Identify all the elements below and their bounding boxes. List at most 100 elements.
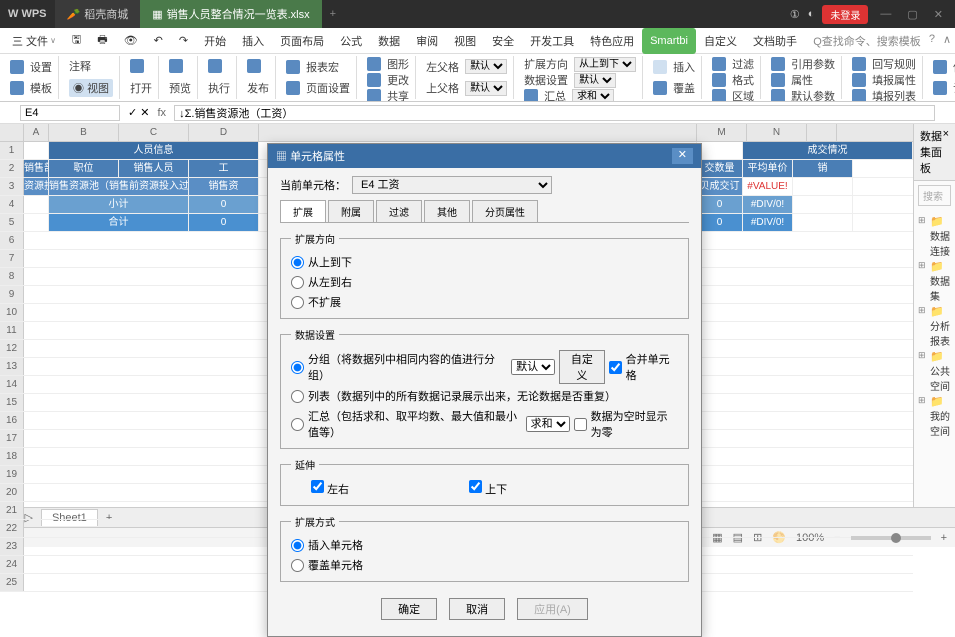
formula-input[interactable] bbox=[174, 105, 935, 121]
cancel-button[interactable]: 取消 bbox=[449, 598, 505, 620]
radio-topdown[interactable] bbox=[291, 256, 304, 269]
tab-other[interactable]: 其他 bbox=[424, 200, 470, 222]
current-cell-select[interactable]: E4 工资 bbox=[352, 176, 552, 194]
top-parent-select[interactable]: 默认 bbox=[465, 81, 507, 96]
close-button[interactable]: ✕ bbox=[930, 8, 947, 21]
theme-icon[interactable]: ◐ bbox=[808, 8, 815, 20]
fx-icon[interactable]: ✓ ✕ bbox=[128, 106, 150, 119]
macro-icon[interactable] bbox=[286, 60, 300, 74]
pagesetup-icon[interactable] bbox=[286, 81, 300, 95]
view-button[interactable]: ◉ 视图 bbox=[69, 79, 113, 97]
qat-redo-icon[interactable]: ↷ bbox=[171, 28, 196, 54]
menu-layout[interactable]: 页面布局 bbox=[272, 28, 332, 54]
refparam-icon[interactable] bbox=[771, 57, 785, 71]
zhushi[interactable]: 注释 bbox=[69, 58, 91, 74]
share-icon2[interactable] bbox=[367, 89, 381, 102]
chart-icon[interactable] bbox=[367, 57, 381, 71]
tree-node[interactable]: 📁我的空间 bbox=[918, 394, 951, 439]
sum-select[interactable]: 求和 bbox=[572, 89, 614, 103]
ok-button[interactable]: 确定 bbox=[381, 598, 437, 620]
tab-attach[interactable]: 附属 bbox=[328, 200, 374, 222]
qat-preview-icon[interactable]: 👁 bbox=[116, 28, 146, 54]
insert-button[interactable] bbox=[653, 60, 667, 74]
panel-search[interactable]: 搜索 bbox=[918, 185, 951, 206]
tab-expand[interactable]: 扩展 bbox=[280, 200, 326, 222]
menu-custom[interactable]: 自定义 bbox=[696, 28, 745, 54]
region-icon[interactable] bbox=[712, 89, 726, 102]
menu-insert[interactable]: 插入 bbox=[234, 28, 272, 54]
defparam-icon[interactable] bbox=[771, 89, 785, 102]
tab-page[interactable]: 分页属性 bbox=[472, 200, 538, 222]
menu-dev[interactable]: 开发工具 bbox=[522, 28, 582, 54]
merge-checkbox[interactable] bbox=[609, 361, 622, 374]
zoom-in-icon[interactable]: + bbox=[941, 532, 947, 544]
preview-icon[interactable] bbox=[169, 59, 183, 73]
menu-data[interactable]: 数据 bbox=[370, 28, 408, 54]
fx-label[interactable]: fx bbox=[158, 107, 167, 119]
maximize-button[interactable]: ▢ bbox=[903, 8, 921, 21]
menu-view[interactable]: 视图 bbox=[446, 28, 484, 54]
extend-lr-checkbox[interactable] bbox=[311, 480, 324, 493]
share-icon[interactable]: ? bbox=[929, 33, 935, 49]
radio-group[interactable] bbox=[291, 361, 304, 374]
minimize-button[interactable]: — bbox=[876, 8, 895, 20]
qat-undo-icon[interactable]: ↶ bbox=[146, 28, 171, 54]
custom-button[interactable]: 自定义 bbox=[559, 350, 604, 384]
menu-security[interactable]: 安全 bbox=[484, 28, 522, 54]
panel-close-icon[interactable]: × bbox=[943, 128, 949, 176]
menu-formula[interactable]: 公式 bbox=[332, 28, 370, 54]
account-icon[interactable]: ① bbox=[790, 8, 800, 21]
publish-icon[interactable] bbox=[247, 59, 261, 73]
qat-save-icon[interactable]: 🖫 bbox=[64, 28, 89, 54]
wbrule-icon[interactable] bbox=[852, 57, 866, 71]
empty-checkbox[interactable] bbox=[574, 418, 587, 431]
tree-node[interactable]: 📁数据连接 bbox=[918, 214, 951, 259]
format-icon[interactable] bbox=[712, 73, 726, 87]
filter-icon[interactable] bbox=[712, 57, 726, 71]
menu-review[interactable]: 审阅 bbox=[408, 28, 446, 54]
group-select[interactable]: 默认 bbox=[511, 359, 555, 375]
tree-node[interactable]: 📁分析报表 bbox=[918, 304, 951, 349]
summary-select[interactable]: 求和 bbox=[526, 416, 570, 432]
login-badge[interactable]: 未登录 bbox=[822, 5, 868, 24]
radio-summary[interactable] bbox=[291, 418, 304, 431]
menu-home[interactable]: 开始 bbox=[196, 28, 234, 54]
settings-icon[interactable] bbox=[10, 60, 24, 74]
min-ribbon-icon[interactable]: ∧ bbox=[943, 33, 951, 49]
tree-node[interactable]: 📁数据集 bbox=[918, 259, 951, 304]
radio-cover[interactable] bbox=[291, 559, 304, 572]
search-box[interactable]: Q查找命令、搜索模板 bbox=[813, 33, 921, 49]
extend-ud-checkbox[interactable] bbox=[469, 480, 482, 493]
setting2-icon[interactable] bbox=[933, 81, 947, 95]
radio-leftright[interactable] bbox=[291, 276, 304, 289]
tab-docer[interactable]: 🥕稻壳商城 bbox=[55, 0, 141, 28]
name-box[interactable] bbox=[20, 105, 120, 121]
apply-button[interactable]: 应用(A) bbox=[517, 598, 588, 620]
template-icon[interactable] bbox=[10, 81, 24, 95]
open-icon[interactable] bbox=[130, 59, 144, 73]
qat-print-icon[interactable]: 🖶 bbox=[89, 28, 115, 54]
radio-noexpand[interactable] bbox=[291, 296, 304, 309]
menu-smartbi[interactable]: Smartbi bbox=[642, 28, 696, 54]
tab-filter[interactable]: 过滤 bbox=[376, 200, 422, 222]
menu-special[interactable]: 特色应用 bbox=[582, 28, 642, 54]
tab-file[interactable]: ▦销售人员整合情况一览表.xlsx bbox=[140, 0, 321, 28]
add-tab[interactable]: + bbox=[322, 8, 344, 20]
menu-file[interactable]: 三 文件∨ bbox=[4, 28, 64, 54]
data-setting-select[interactable]: 默认 bbox=[574, 73, 616, 88]
passval-icon[interactable] bbox=[933, 60, 947, 74]
attr-icon[interactable] bbox=[771, 73, 785, 87]
filllist-icon[interactable] bbox=[852, 89, 866, 102]
expand-dir-select[interactable]: 从上到下 bbox=[574, 57, 636, 72]
exec-icon[interactable] bbox=[208, 59, 222, 73]
radio-list[interactable] bbox=[291, 390, 304, 403]
change-icon[interactable] bbox=[367, 73, 381, 87]
left-parent-select[interactable]: 默认 bbox=[465, 59, 507, 74]
tree-node[interactable]: 📁公共空间 bbox=[918, 349, 951, 394]
cover-button[interactable] bbox=[653, 81, 667, 95]
dialog-close-button[interactable]: ✕ bbox=[672, 148, 693, 164]
fillattr-icon[interactable] bbox=[852, 73, 866, 87]
radio-insert[interactable] bbox=[291, 539, 304, 552]
sum-icon[interactable] bbox=[524, 89, 538, 102]
menu-dochelper[interactable]: 文档助手 bbox=[745, 28, 805, 54]
